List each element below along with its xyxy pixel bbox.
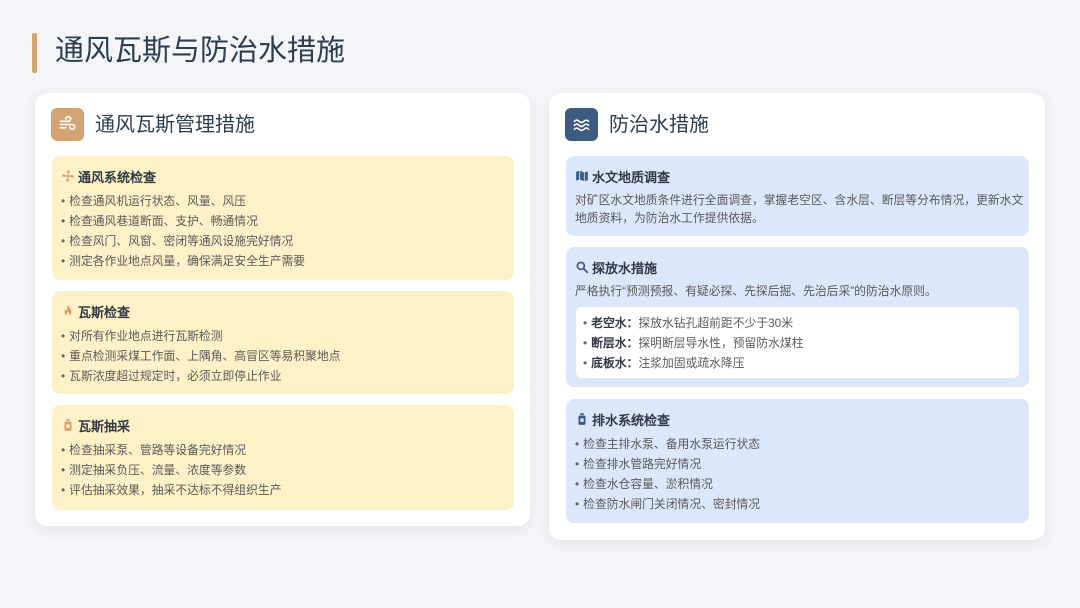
section-water-exploration: 探放水措施 严格执行“预测预报、有疑必探、先探后掘、先治后采”的防治水原则。 老…	[566, 247, 1029, 387]
map-icon	[575, 169, 589, 183]
water-waves-icon	[565, 108, 598, 141]
wind-icon	[51, 108, 84, 141]
search-icon	[575, 260, 589, 274]
detail-label: 断层水：	[591, 336, 639, 350]
detail-item: 底板水：注浆加固或疏水降压	[583, 353, 1019, 373]
detail-text: 探放水钻孔超前距不少于30米	[638, 316, 794, 330]
water-control-card: 防治水措施 水文地质调查 对矿区水文地质条件进行全面调查，掌握老空区、含水层、断…	[549, 93, 1045, 540]
section-title: 瓦斯检查	[61, 301, 510, 321]
ventilation-gas-card: 通风瓦斯管理措施 通风系统检查 检查通风机运行状态、风量、风压 检查通风巷道断面…	[35, 93, 530, 526]
detail-text: 注浆加固或疏水降压	[638, 356, 745, 370]
list-item: 重点检测采煤工作面、上隅角、高冒区等易积聚地点	[61, 346, 510, 366]
list-item: 检查主排水泵、备用水泵运行状态	[575, 434, 1025, 454]
section-title: 通风系统检查	[61, 166, 510, 186]
pump-icon	[575, 412, 589, 426]
item-list: 对所有作业地点进行瓦斯检测 重点检测采煤工作面、上隅角、高冒区等易积聚地点 瓦斯…	[61, 326, 510, 386]
list-item: 检查抽采泵、管路等设备完好情况	[61, 440, 510, 460]
card-title: 通风瓦斯管理措施	[95, 114, 255, 136]
section-title-text: 探放水措施	[592, 260, 658, 276]
section-title-text: 排水系统检查	[592, 412, 671, 428]
list-item: 测定各作业地点风量，确保满足安全生产需要	[61, 251, 510, 271]
item-list: 检查通风机运行状态、风量、风压 检查通风巷道断面、支护、畅通情况 检查风门、风窗…	[61, 191, 510, 271]
card-title: 防治水措施	[609, 114, 709, 136]
detail-text: 探明断层导水性，预留防水煤柱	[638, 336, 804, 350]
item-list: 检查主排水泵、备用水泵运行状态 检查排水管路完好情况 检查水仓容量、淤积情况 检…	[575, 434, 1025, 514]
detail-label: 底板水：	[591, 356, 639, 370]
detail-item: 老空水：探放水钻孔超前距不少于30米	[583, 313, 1019, 333]
page-title: 通风瓦斯与防治水措施	[55, 35, 346, 67]
section-title-text: 水文地质调查	[592, 169, 671, 185]
section-title-text: 瓦斯检查	[78, 304, 131, 320]
section-title: 瓦斯抽采	[61, 415, 510, 435]
section-hydrogeology-survey: 水文地质调查 对矿区水文地质条件进行全面调查，掌握老空区、含水层、断层等分布情况…	[566, 156, 1029, 236]
item-list: 检查抽采泵、管路等设备完好情况 测定抽采负压、流量、浓度等参数 评估抽采效果，抽…	[61, 440, 510, 500]
section-gas-drainage: 瓦斯抽采 检查抽采泵、管路等设备完好情况 测定抽采负压、流量、浓度等参数 评估抽…	[52, 405, 514, 510]
section-title: 探放水措施	[575, 257, 1025, 277]
title-accent-bar	[32, 33, 37, 73]
section-paragraph: 严格执行“预测预报、有疑必探、先探后掘、先治后采”的防治水原则。	[575, 284, 937, 298]
section-title-text: 通风系统检查	[78, 169, 157, 185]
detail-label: 老空水：	[591, 316, 639, 330]
list-item: 检查通风机运行状态、风量、风压	[61, 191, 510, 211]
list-item: 对所有作业地点进行瓦斯检测	[61, 326, 510, 346]
section-drainage-check: 排水系统检查 检查主排水泵、备用水泵运行状态 检查排水管路完好情况 检查水仓容量…	[566, 399, 1029, 523]
section-paragraph: 对矿区水文地质条件进行全面调查，掌握老空区、含水层、断层等分布情况，更新水文地质…	[575, 193, 1024, 225]
list-item: 检查水仓容量、淤积情况	[575, 474, 1025, 494]
detail-item: 断层水：探明断层导水性，预留防水煤柱	[583, 333, 1019, 353]
section-title: 排水系统检查	[575, 409, 1025, 429]
list-item: 检查防水闸门关闭情况、密封情况	[575, 494, 1025, 514]
detail-list: 老空水：探放水钻孔超前距不少于30米 断层水：探明断层导水性，预留防水煤柱 底板…	[583, 313, 1019, 373]
list-item: 瓦斯浓度超过规定时，必须立即停止作业	[61, 366, 510, 386]
list-item: 检查通风巷道断面、支护、畅通情况	[61, 211, 510, 231]
section-gas-check: 瓦斯检查 对所有作业地点进行瓦斯检测 重点检测采煤工作面、上隅角、高冒区等易积聚…	[52, 291, 514, 394]
section-title: 水文地质调查	[575, 166, 1025, 186]
section-ventilation-check: 通风系统检查 检查通风机运行状态、风量、风压 检查通风巷道断面、支护、畅通情况 …	[52, 156, 514, 280]
list-item: 测定抽采负压、流量、浓度等参数	[61, 460, 510, 480]
fire-icon	[61, 304, 75, 318]
list-item: 检查风门、风窗、密闭等通风设施完好情况	[61, 231, 510, 251]
list-item: 检查排水管路完好情况	[575, 454, 1025, 474]
section-title-text: 瓦斯抽采	[78, 418, 131, 434]
fan-icon	[61, 169, 75, 183]
list-item: 评估抽采效果，抽采不达标不得组织生产	[61, 480, 510, 500]
water-type-details: 老空水：探放水钻孔超前距不少于30米 断层水：探明断层导水性，预留防水煤柱 底板…	[576, 307, 1019, 378]
pump-icon	[61, 418, 75, 432]
